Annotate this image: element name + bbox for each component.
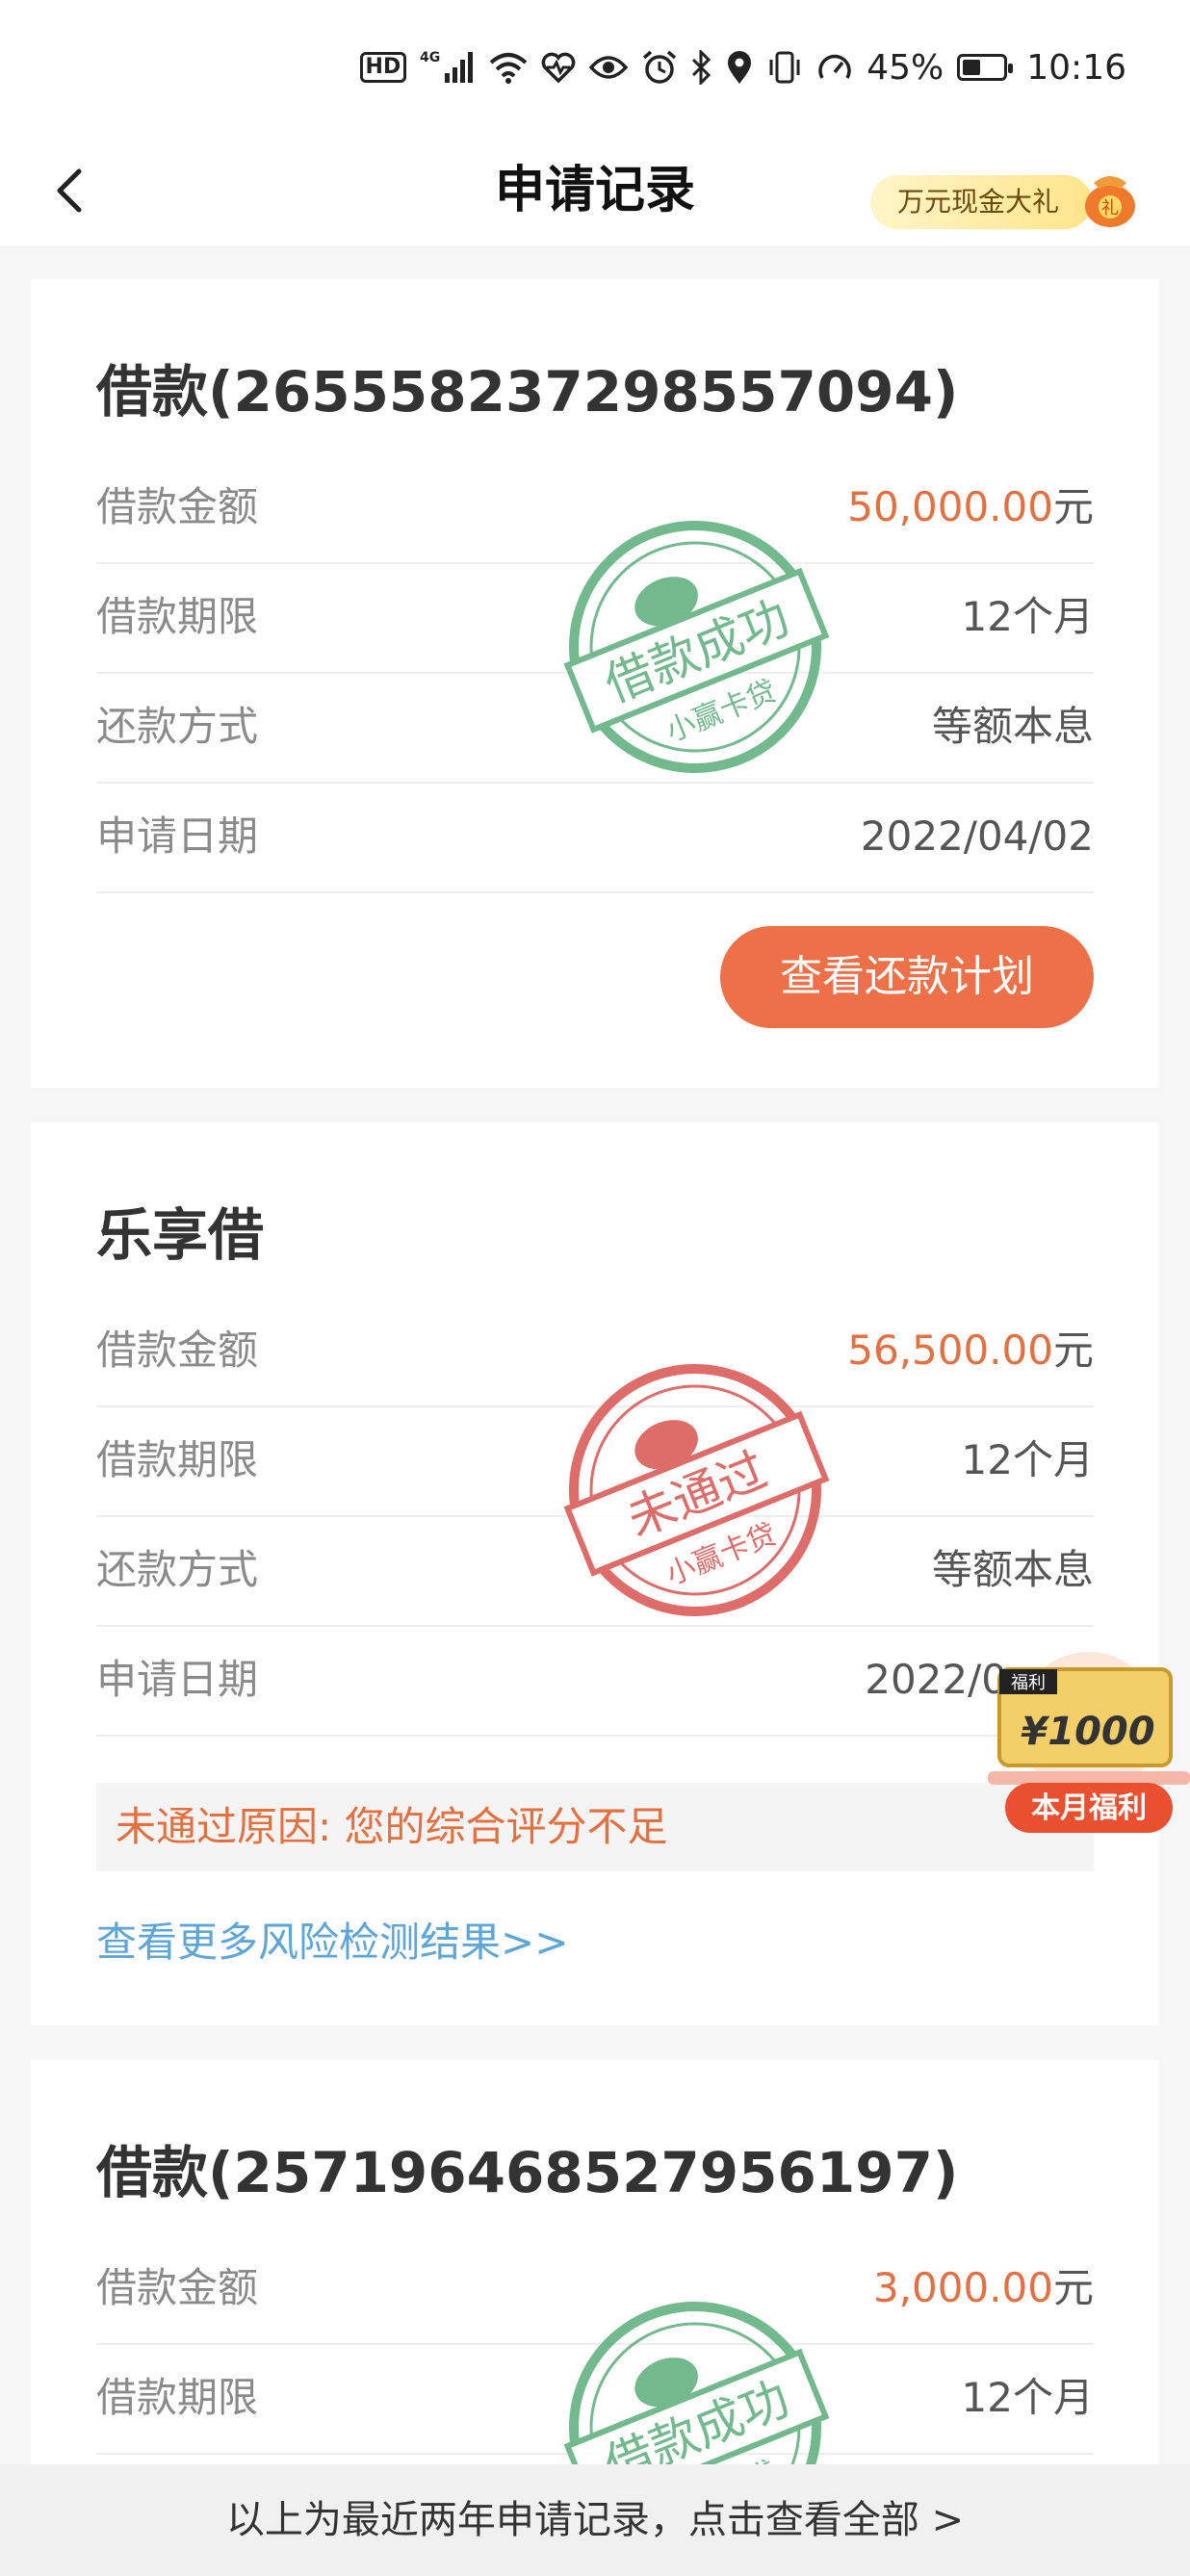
welfare-tag: 福利 <box>1011 1673 1046 1693</box>
loan-card: 乐享借 借款金额 56,500.00元 借款期限 12个月 还款方式 等额本息 … <box>31 1122 1159 2025</box>
hd-icon: HD <box>359 52 407 83</box>
promo-banner[interactable]: 万元现金大礼 礼 <box>870 156 1151 229</box>
row-label: 借款期限 <box>96 2374 259 2421</box>
gift-bag-label: 礼 <box>1101 198 1119 219</box>
battery-icon <box>957 54 1014 81</box>
location-icon <box>726 50 753 85</box>
card-title: 借款(2655582372985570​94) <box>96 359 959 425</box>
info-row-date: 申请日期 2022/0 <box>96 1625 1094 1737</box>
network-type-label: 4G <box>420 50 440 65</box>
card-title: 乐享借 <box>96 1202 265 1268</box>
gift-bag-icon: 礼 <box>1074 160 1146 231</box>
view-all-records-footer[interactable]: 以上为最近两年申请记录，点击查看全部 > <box>0 2464 1190 2576</box>
row-value: 2022/04/02 <box>860 812 1094 860</box>
row-value: 2022/0 <box>865 1656 1007 1703</box>
currency-unit: 元 <box>1052 2264 1094 2311</box>
loan-amount: 50,000.00 <box>847 483 1053 530</box>
row-label: 借款金额 <box>96 483 259 530</box>
row-label: 借款金额 <box>96 2264 259 2311</box>
row-label: 借款金额 <box>96 1327 259 1374</box>
promo-label: 万元现金大礼 <box>870 175 1092 229</box>
row-value: 12个月 <box>961 2374 1094 2421</box>
speedometer-icon <box>816 51 853 84</box>
loan-amount: 56,500.00 <box>847 1327 1053 1374</box>
loan-card: 借款(2655582372985570​94) 借款金额 50,000.00元 … <box>31 279 1159 1088</box>
row-label: 还款方式 <box>96 1546 259 1593</box>
eye-icon <box>589 54 629 81</box>
row-value: 56,500.00元 <box>847 1296 1094 1405</box>
row-value: 50,000.00元 <box>847 452 1094 562</box>
row-value: 等额本息 <box>931 703 1094 750</box>
monthly-welfare-badge[interactable]: 福利 ¥1000 本月福利 <box>988 1650 1190 1839</box>
currency-unit: 元 <box>1052 483 1094 530</box>
row-value: 等额本息 <box>931 1546 1094 1593</box>
alarm-icon <box>641 49 678 86</box>
reject-reason: 未通过原因: 您的综合评分不足 <box>116 1803 668 1850</box>
row-label: 还款方式 <box>96 703 259 750</box>
nav-bar: 申请记录 万元现金大礼 礼 <box>0 135 1190 247</box>
welfare-amount: ¥1000 <box>1021 1710 1154 1754</box>
clock: 10:16 <box>1026 47 1126 88</box>
approved-stamp: 借款成功 小赢卡贷 <box>551 502 840 791</box>
signal-icon: 4G <box>420 48 476 87</box>
status-bar: HD 4G 45% 10:16 <box>0 0 1190 135</box>
rejected-stamp: 未通过 小赢卡贷 <box>551 1346 840 1635</box>
card-title: 借款(257196468527956197) <box>96 2140 959 2205</box>
vibrate-icon <box>766 50 803 85</box>
currency-unit: 元 <box>1052 1327 1094 1374</box>
heart-icon <box>541 52 576 83</box>
row-value: 3,000.00元 <box>873 2233 1094 2343</box>
row-label: 申请日期 <box>96 1656 259 1703</box>
more-risk-results-link[interactable]: 查看更多风险检测结果>> <box>96 1910 568 1969</box>
wifi-icon <box>489 51 528 84</box>
loan-card: 借款(257196468527956197) 借款金额 3,000.00元 借款… <box>31 2060 1159 2480</box>
battery-percent: 45% <box>867 47 944 88</box>
row-label: 申请日期 <box>96 812 259 860</box>
welfare-label: 本月福利 <box>1031 1791 1147 1825</box>
row-label: 借款期限 <box>96 593 259 640</box>
bluetooth-icon <box>691 50 712 85</box>
approved-stamp: 借款成功 小赢卡贷 <box>551 2283 840 2480</box>
row-value: 12个月 <box>961 593 1094 640</box>
loan-amount: 3,000.00 <box>872 2264 1053 2311</box>
row-label: 借款期限 <box>96 1436 259 1483</box>
reject-reason-box: 未通过原因: 您的综合评分不足 <box>96 1783 1094 1871</box>
row-value: 12个月 <box>961 1436 1094 1483</box>
info-row-date: 申请日期 2022/04/02 <box>96 782 1094 893</box>
view-repayment-plan-button[interactable]: 查看还款计划 <box>720 926 1094 1028</box>
